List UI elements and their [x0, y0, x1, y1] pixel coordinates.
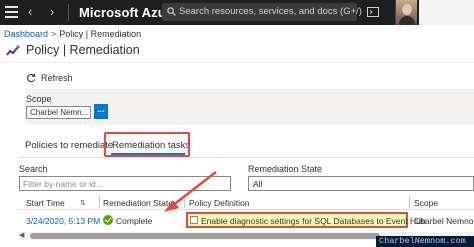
scope-value: Charbel Nemnom — [414, 216, 474, 226]
search-placeholder: Search resources, services, and docs (G+… — [179, 6, 362, 17]
scroll-left-icon[interactable]: ◀ — [19, 231, 24, 239]
column-header-scope[interactable]: Scope — [414, 198, 438, 208]
watermark: CharbelNemnom.com — [376, 236, 474, 247]
policy-definition-value[interactable]: Enable diagnostic settings for SQL Datab… — [201, 216, 426, 226]
breadcrumb-current: Policy | Remediation — [59, 29, 142, 39]
column-header-remediation-state[interactable]: Remediation State — [103, 198, 173, 208]
refresh-label: Refresh — [41, 73, 73, 83]
refresh-icon — [27, 73, 36, 83]
search-label: Search — [19, 164, 48, 174]
scope-field[interactable]: Charbel Nemn... — [26, 106, 91, 119]
column-header-policy-definition[interactable]: Policy Definition — [189, 198, 249, 208]
state-filter-select[interactable]: All — [248, 176, 474, 191]
sort-icon[interactable]: ⇅ — [80, 199, 86, 207]
column-divider — [409, 196, 410, 208]
scope-picker-button[interactable]: ... — [94, 104, 108, 119]
breadcrumb: Dashboard > Policy | Remediation — [4, 29, 141, 39]
column-divider — [184, 196, 185, 208]
scope-label: Scope — [26, 94, 52, 104]
global-search-input[interactable]: Search resources, services, and docs (G+… — [162, 3, 362, 21]
refresh-button[interactable]: Refresh — [26, 72, 73, 84]
chevron-left-icon[interactable]: ‹ — [28, 5, 32, 19]
divider — [18, 209, 474, 210]
check-circle-icon — [103, 215, 113, 225]
filter-search-input[interactable]: Filter by name or id... — [19, 176, 231, 191]
column-header-start-time[interactable]: Start Time — [26, 198, 65, 208]
hamburger-menu-icon[interactable] — [5, 6, 18, 18]
tab-policies-to-remediate[interactable]: Policies to remediate — [25, 140, 113, 151]
start-time-link[interactable]: 3/24/2020, 5:13 PM — [26, 216, 100, 226]
remediation-state-value: Complete — [116, 216, 153, 226]
search-icon — [167, 7, 176, 16]
scrollbar-thumb[interactable] — [30, 233, 380, 239]
avatar[interactable] — [395, 0, 417, 25]
state-filter-label: Remediation State — [248, 164, 323, 174]
topbar-blank — [419, 0, 474, 25]
breadcrumb-dashboard[interactable]: Dashboard — [4, 29, 48, 39]
divider — [0, 62, 474, 63]
cloud-shell-icon[interactable] — [367, 6, 379, 18]
divider — [68, 4, 69, 21]
remediation-icon — [6, 45, 20, 56]
policy-checkbox[interactable] — [190, 216, 198, 224]
column-divider — [99, 196, 100, 208]
tab-highlight-box — [104, 132, 190, 157]
breadcrumb-separator: > — [51, 29, 57, 39]
scope-panel — [25, 89, 474, 125]
chevron-right-icon[interactable]: › — [50, 5, 54, 19]
divider — [18, 157, 474, 158]
top-bar: ‹ › Microsoft Azure Search resources, se… — [0, 0, 474, 25]
page-title: Policy | Remediation — [26, 43, 140, 57]
